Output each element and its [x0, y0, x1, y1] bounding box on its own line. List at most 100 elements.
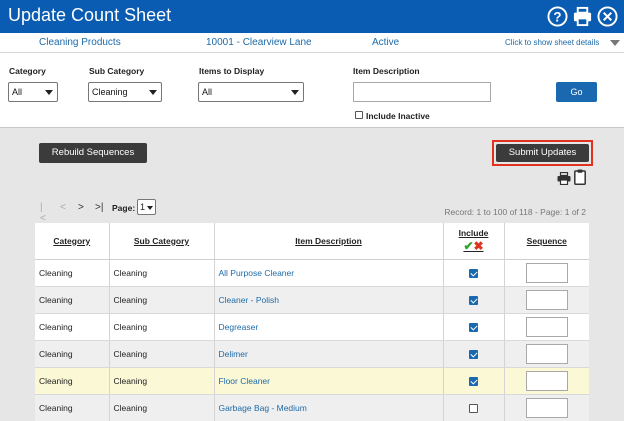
cell-item-link[interactable]: Garbage Bag - Medium — [214, 394, 444, 421]
chevron-down-icon — [149, 90, 157, 95]
content-area: Rebuild Sequences Submit Updates |< < > … — [0, 128, 624, 421]
subcategory-select-value: Cleaning — [92, 87, 128, 97]
include-checkbox[interactable] — [469, 349, 478, 359]
filter-panel: Category All Sub Category Cleaning Items… — [0, 54, 624, 128]
include-inactive-label: Include Inactive — [366, 111, 430, 121]
column-header-include: Include ✔✖ — [443, 223, 505, 260]
cell-include — [443, 394, 505, 421]
clipboard-icon[interactable] — [574, 169, 586, 185]
cell-subcategory: Cleaning — [109, 259, 215, 287]
page-label: Page: — [112, 203, 136, 213]
cell-item-link[interactable]: Cleaner - Polish — [214, 286, 444, 314]
cell-category: Cleaning — [35, 394, 110, 421]
cell-item-link[interactable]: Delimer — [214, 340, 444, 368]
include-inactive-checkbox[interactable] — [355, 111, 363, 119]
cell-sequence — [504, 286, 589, 314]
include-checkbox[interactable] — [469, 268, 478, 278]
column-header-description[interactable]: Item Description — [214, 223, 444, 260]
close-icon[interactable] — [597, 6, 618, 27]
chevron-down-icon — [291, 90, 299, 95]
table-row: Cleaning Cleaning Cleaner - Polish — [35, 286, 589, 314]
cell-category: Cleaning — [35, 340, 110, 368]
cell-include — [443, 340, 505, 368]
rebuild-sequences-button[interactable]: Rebuild Sequences — [39, 143, 147, 163]
print-icon[interactable] — [557, 172, 571, 185]
next-page-button[interactable]: > — [78, 202, 84, 213]
sequence-input[interactable] — [525, 343, 568, 364]
submit-highlight-box: Submit Updates — [492, 140, 593, 166]
cell-sequence — [504, 313, 589, 341]
items-to-display-select[interactable]: All — [198, 82, 304, 102]
table-row: Cleaning Cleaning Degreaser — [35, 313, 589, 341]
table-row: Cleaning Cleaning All Purpose Cleaner — [35, 259, 589, 287]
sequence-input[interactable] — [525, 397, 568, 418]
cell-subcategory: Cleaning — [109, 367, 215, 395]
cell-item-link[interactable]: Degreaser — [214, 313, 444, 341]
items-select-value: All — [202, 87, 213, 97]
cell-sequence — [504, 259, 589, 287]
item-description-label: Item Description — [353, 66, 420, 76]
cell-item-link[interactable]: All Purpose Cleaner — [214, 259, 444, 287]
cell-include — [443, 259, 505, 287]
cell-subcategory: Cleaning — [109, 313, 215, 341]
cell-subcategory: Cleaning — [109, 340, 215, 368]
sequence-input[interactable] — [525, 370, 568, 391]
check-all-icon[interactable]: ✔ — [463, 239, 473, 253]
chevron-down-icon[interactable] — [610, 40, 620, 46]
svg-text:?: ? — [553, 9, 561, 24]
help-icon[interactable]: ? — [547, 6, 568, 27]
sheet-location: 10001 - Clearview Lane — [206, 37, 312, 48]
include-checkbox[interactable] — [469, 403, 478, 413]
include-checkbox[interactable] — [469, 295, 478, 305]
chevron-down-icon — [45, 90, 53, 95]
go-button[interactable]: Go — [556, 82, 597, 102]
include-checkbox[interactable] — [469, 376, 478, 386]
cell-category: Cleaning — [35, 313, 110, 341]
sequence-input[interactable] — [525, 289, 568, 310]
table-header-row: Category Sub Category Item Description I… — [35, 223, 589, 260]
table-row: Cleaning Cleaning Floor Cleaner — [35, 367, 589, 395]
include-header-label: Include — [458, 228, 489, 239]
page-select-value: 1 — [140, 202, 146, 212]
page-select[interactable]: 1 — [137, 199, 156, 215]
cell-include — [443, 367, 505, 395]
count-sheet-table: Category Sub Category Item Description I… — [35, 223, 589, 421]
column-header-subcategory[interactable]: Sub Category — [109, 223, 215, 260]
cell-category: Cleaning — [35, 259, 110, 287]
sequence-input[interactable] — [525, 316, 568, 337]
category-select-value: All — [12, 87, 23, 97]
print-icon[interactable] — [572, 6, 593, 27]
show-details-link[interactable]: Click to show sheet details — [505, 38, 599, 47]
first-page-button[interactable]: |< — [40, 202, 46, 224]
cell-category: Cleaning — [35, 367, 110, 395]
title-bar: Update Count Sheet ? — [0, 0, 624, 33]
category-select[interactable]: All — [8, 82, 58, 102]
cell-item-link[interactable]: Floor Cleaner — [214, 367, 444, 395]
cell-include — [443, 286, 505, 314]
column-header-category[interactable]: Category — [35, 223, 110, 260]
cell-sequence — [504, 367, 589, 395]
item-description-input[interactable] — [353, 82, 491, 102]
cell-sequence — [504, 394, 589, 421]
table-row: Cleaning Cleaning Garbage Bag - Medium — [35, 394, 589, 421]
subcategory-select[interactable]: Cleaning — [88, 82, 162, 102]
sheet-category: Cleaning Products — [39, 37, 121, 48]
cell-sequence — [504, 340, 589, 368]
prev-page-button[interactable]: < — [60, 202, 66, 213]
cell-subcategory: Cleaning — [109, 394, 215, 421]
submit-updates-button[interactable]: Submit Updates — [496, 144, 589, 162]
record-count: Record: 1 to 100 of 118 - Page: 1 of 2 — [444, 207, 586, 217]
include-checkbox[interactable] — [469, 322, 478, 332]
column-header-sequence[interactable]: Sequence — [504, 223, 589, 260]
items-to-display-label: Items to Display — [199, 66, 265, 76]
sheet-status: Active — [372, 37, 400, 48]
cell-subcategory: Cleaning — [109, 286, 215, 314]
last-page-button[interactable]: >| — [95, 202, 103, 213]
table-row: Cleaning Cleaning Delimer — [35, 340, 589, 368]
chevron-down-icon — [147, 206, 153, 210]
uncheck-all-icon[interactable]: ✖ — [474, 239, 484, 253]
sheet-info-bar: Cleaning Products 10001 - Clearview Lane… — [0, 33, 624, 53]
sequence-input[interactable] — [525, 262, 568, 283]
cell-include — [443, 313, 505, 341]
subcategory-label: Sub Category — [89, 66, 145, 76]
